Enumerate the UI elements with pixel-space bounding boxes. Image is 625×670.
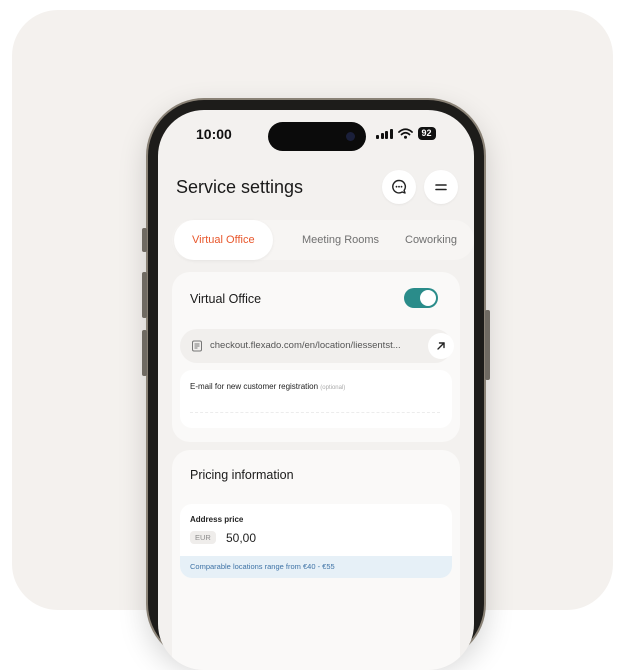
checkout-url-text: checkout.flexado.com/en/location/liessen… [210,340,401,351]
tab-coworking[interactable]: Coworking [405,220,457,260]
registration-email-field[interactable]: E-mail for new customer registration (op… [180,370,452,428]
checkout-url-field[interactable]: checkout.flexado.com/en/location/liessen… [180,329,454,363]
arrow-up-right-icon [437,342,445,350]
service-tabs: Virtual Office Meeting Rooms Coworking [172,220,474,260]
virtual-office-toggle[interactable] [404,288,438,308]
email-field-label: E-mail for new customer registration (op… [190,382,345,391]
phone-screen: 10:00 92 Service settings Virtual Office… [158,110,474,670]
status-icons: 92 [376,126,436,140]
optional-tag: (optional) [320,385,346,391]
wifi-icon [397,127,413,139]
address-price-field[interactable]: Address price EUR 50,00 Comparable locat… [180,504,452,578]
pricing-title: Pricing information [190,468,294,482]
status-bar: 10:00 92 [158,110,474,158]
page-title: Service settings [176,177,304,197]
toggle-knob [420,290,436,306]
phone-power-button [485,310,490,380]
document-icon [192,340,202,352]
status-time: 10:00 [196,126,232,142]
email-label-text: E-mail for new customer registration [190,382,319,391]
pricing-card: Pricing information Address price EUR 50… [172,450,460,670]
phone-action-button [142,228,147,252]
address-price-label: Address price [190,515,244,524]
menu-button[interactable] [424,170,458,204]
virtual-office-card: Virtual Office checkout.flexado.com/en/l… [172,272,460,442]
chat-button[interactable] [382,170,416,204]
phone-frame: 10:00 92 Service settings Virtual Office… [142,100,490,670]
menu-icon [435,184,447,191]
phone-volume-up-button [142,272,147,318]
chat-icon [392,179,407,194]
tab-virtual-office[interactable]: Virtual Office [174,220,273,260]
comparable-range-note: Comparable locations range from €40 - €5… [180,556,452,578]
phone-volume-down-button [142,330,147,376]
battery-icon: 92 [417,126,436,140]
address-price-value: 50,00 [226,531,257,545]
email-input-line [190,412,440,413]
currency-badge: EUR [190,531,216,544]
open-link-button[interactable] [428,333,454,359]
virtual-office-title: Virtual Office [190,292,262,306]
camera-icon [346,132,355,141]
tab-meeting-rooms[interactable]: Meeting Rooms [302,220,379,260]
dynamic-island [268,122,366,151]
signal-icon [376,128,393,139]
